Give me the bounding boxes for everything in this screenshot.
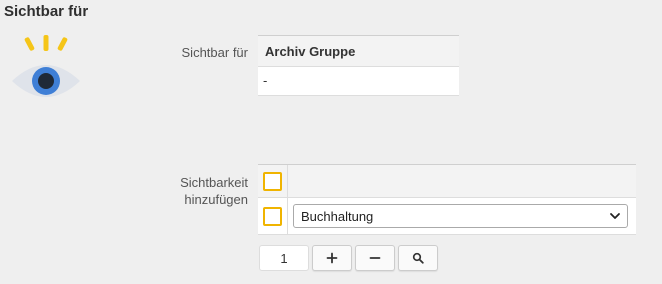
add-visibility-header-row <box>258 164 636 198</box>
search-button[interactable] <box>398 245 438 271</box>
archive-group-column-header: Archiv Gruppe <box>258 35 459 67</box>
chevron-down-icon <box>609 210 621 222</box>
minus-icon <box>369 257 381 259</box>
group-select[interactable]: Buchhaltung <box>293 204 628 228</box>
search-icon <box>412 252 424 264</box>
archive-group-cell: - <box>258 67 459 96</box>
group-select-value: Buchhaltung <box>301 208 374 224</box>
row-count-input[interactable]: 1 <box>259 245 309 271</box>
visibility-table: Archiv Gruppe - <box>258 35 459 96</box>
add-visibility-table: Buchhaltung <box>258 164 636 235</box>
eye-icon <box>10 34 82 106</box>
select-all-cell <box>258 165 288 197</box>
page-title: Sichtbar für <box>4 3 89 20</box>
add-visibility-label: Sichtbarkeit hinzufügen <box>180 175 248 207</box>
row-checkbox-cell <box>258 198 288 234</box>
row-checkbox[interactable] <box>263 206 282 226</box>
plus-icon <box>326 252 338 264</box>
row-controls: 1 <box>259 245 441 271</box>
visible-for-label: Sichtbar für <box>181 45 248 60</box>
remove-row-button[interactable] <box>355 245 395 271</box>
select-all-checkbox[interactable] <box>263 171 282 191</box>
group-select-cell: Buchhaltung <box>288 198 636 234</box>
header-empty-cell <box>288 165 636 197</box>
table-row: Buchhaltung <box>258 198 636 235</box>
add-row-button[interactable] <box>312 245 352 271</box>
